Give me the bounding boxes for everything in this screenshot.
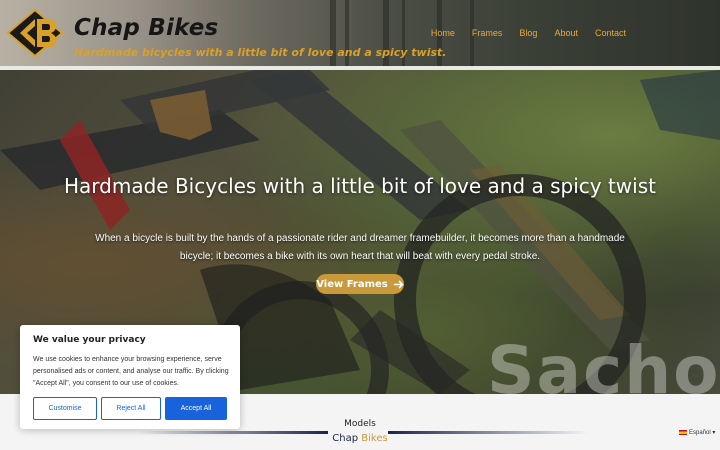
accept-all-button[interactable]: Accept All: [165, 397, 227, 420]
models-brand-word1: Chap: [332, 433, 359, 444]
models-brand-word2: Bikes: [361, 433, 388, 444]
language-label: Español ▾: [689, 430, 716, 436]
cookie-text: We use cookies to enhance your browsing …: [33, 356, 229, 387]
nav-item-blog[interactable]: Blog: [519, 28, 537, 38]
chap-logo-icon[interactable]: [6, 8, 64, 58]
models-brand: Chap Bikes: [0, 433, 720, 444]
arrow-right-icon: [393, 279, 404, 289]
customise-button[interactable]: Customise: [33, 397, 97, 420]
nav-item-home[interactable]: Home: [431, 28, 455, 38]
nav-item-about[interactable]: About: [554, 28, 578, 38]
language-selector[interactable]: Español ▾: [679, 429, 715, 436]
site-tagline: Hardmade bicycles with a little bit of l…: [74, 46, 447, 59]
reject-all-button[interactable]: Reject All: [101, 397, 161, 420]
view-frames-label: View Frames: [316, 278, 388, 290]
hero-description: When a bicycle is built by the hands of …: [95, 233, 625, 262]
main-nav: Home Frames Blog About Contact: [414, 28, 626, 38]
view-frames-button[interactable]: View Frames: [316, 274, 404, 294]
site-header: Chap Bikes Hardmade bicycles with a litt…: [0, 0, 720, 66]
spain-flag-icon: [679, 430, 687, 435]
cookie-consent-banner: We value your privacy We use cookies to …: [20, 325, 240, 429]
site-title[interactable]: Chap Bikes: [74, 15, 218, 41]
hero-watermark: Sacho: [487, 332, 720, 394]
cookie-title: We value your privacy: [33, 335, 146, 345]
hero-title: Hardmade Bicycles with a little bit of l…: [64, 174, 656, 198]
nav-item-frames[interactable]: Frames: [472, 28, 503, 38]
nav-item-contact[interactable]: Contact: [595, 28, 626, 38]
